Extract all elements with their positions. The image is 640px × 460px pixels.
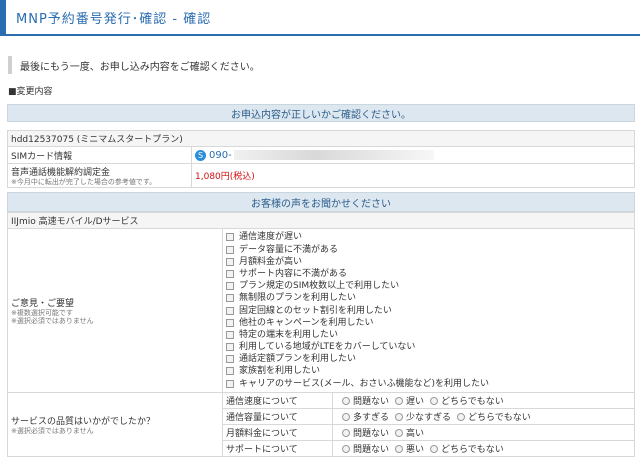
quality-item: サポートについて xyxy=(222,440,333,457)
feedback-options-cell: 通信速度が遅い データ容量に不満がある 月額料金が高い サポート内容に不満があるプラン… xyxy=(222,228,635,393)
quality-item: 通信速度について xyxy=(222,392,333,409)
feedback-option[interactable]: 家族割を利用したい xyxy=(226,365,631,377)
radio-label: どちらでもない xyxy=(441,445,504,455)
redacted-number xyxy=(233,150,434,160)
radio-button[interactable] xyxy=(395,412,404,421)
feedback-option[interactable]: 固定回線とのセット割引を利用したい xyxy=(226,304,631,316)
contract-table: hdd12537075 (ミニマムスタートプラン) SIMカード情報 S 090-… xyxy=(7,130,635,188)
page-title-bar: MNP予約番号発行･確認 - 確認 xyxy=(0,0,640,36)
feedback-option[interactable]: 特定の端末を利用したい xyxy=(226,329,631,341)
sim-info: S 090- xyxy=(191,146,635,164)
feedback-option[interactable]: 他社のキャンペーンを利用したい xyxy=(226,317,631,329)
feedback-label: ご意見・ご要望 xyxy=(11,299,75,309)
feedback-option-label: 無制限のプランを利用したい xyxy=(239,293,357,304)
radio-label: 少なすぎる xyxy=(406,413,452,423)
feedback-option-label: キャリアのサービス(メール、おさいふ機能など)を利用したい xyxy=(239,378,490,389)
radio-button[interactable] xyxy=(342,428,350,437)
checkbox[interactable] xyxy=(226,282,234,291)
checkbox[interactable] xyxy=(226,257,234,266)
radio-button[interactable] xyxy=(430,444,439,453)
quality-label: サービスの品質はいかがでしたか？ xyxy=(11,417,156,427)
radio-label: 多すぎる xyxy=(353,413,390,423)
checkbox[interactable] xyxy=(226,330,234,339)
radio-button[interactable] xyxy=(457,412,466,421)
checkbox[interactable] xyxy=(226,269,234,278)
phone-number: 090- xyxy=(209,149,232,161)
checkbox[interactable] xyxy=(226,306,234,315)
feedback-option[interactable]: 月額料金が高い xyxy=(226,256,631,268)
radio-label: 問題ない xyxy=(353,397,390,407)
feedback-option-label: 固定回線とのセット割引を利用したい xyxy=(239,305,392,316)
radio-button[interactable] xyxy=(342,412,350,421)
feedback-option-label: 他社のキャンペーンを利用したい xyxy=(239,317,374,328)
feedback-option-label: 特定の端末を利用したい xyxy=(239,329,339,340)
feedback-label-cell: ご意見・ご要望 ※複数選択可能です ※選択必須ではありません xyxy=(7,228,223,393)
radio-button[interactable] xyxy=(395,396,404,405)
feedback-option-label: 家族割を利用したい xyxy=(239,366,321,377)
quality-choices: 問題ない 遅い どちらでもない xyxy=(332,392,635,409)
feedback-option-label: 利用している地域がLTEをカバーしていない xyxy=(239,342,416,353)
service-name: IIJmio 高速モバイル/Dサービス xyxy=(7,212,635,229)
radio-label: 悪い xyxy=(406,445,425,455)
feedback-note1: ※複数選択可能です xyxy=(11,309,73,317)
checkbox[interactable] xyxy=(226,367,234,376)
confirm-band: お申込内容が正しいかご確認ください。 xyxy=(7,104,635,122)
feedback-option-label: プラン規定のSIM枚数以上で利用したい xyxy=(239,281,400,292)
feedback-option[interactable]: 利用している地域がLTEをカバーしていない xyxy=(226,341,631,353)
plan-id: hdd12537075 (ミニマムスタートプラン) xyxy=(7,130,635,147)
quality-note: ※選択必須ではありません xyxy=(11,427,94,435)
feedback-table: IIJmio 高速モバイル/Dサービス ご意見・ご要望 ※複数選択可能です ※選… xyxy=(7,212,635,457)
checkbox[interactable] xyxy=(226,318,234,327)
checkbox[interactable] xyxy=(226,379,234,388)
notice-text: 最後にもう一度、お申し込み内容をご確認ください。 xyxy=(20,61,260,73)
page-title: MNP予約番号発行･確認 - 確認 xyxy=(16,11,212,27)
checkbox[interactable] xyxy=(226,355,234,364)
radio-button[interactable] xyxy=(395,444,404,453)
quality-choices: 多すぎる 少なすぎる どちらでもない xyxy=(332,408,635,425)
section-label: ■変更内容 xyxy=(8,87,53,97)
feedback-option-label: データ容量に不満がある xyxy=(239,244,339,255)
quality-item: 月額料金について xyxy=(222,424,333,441)
radio-label: どちらでもない xyxy=(468,413,531,423)
quality-choices: 問題ない 高い xyxy=(332,424,635,441)
fee-value: 1,080円(税込) xyxy=(195,172,255,182)
feedback-option[interactable]: サポート内容に不満がある xyxy=(226,268,631,280)
radio-label: どちらでもない xyxy=(441,397,504,407)
quality-choices: 問題ない 悪い どちらでもない xyxy=(332,440,635,457)
feedback-options: 通信速度が遅い データ容量に不満がある 月額料金が高い サポート内容に不満があるプラン… xyxy=(226,231,631,389)
checkbox[interactable] xyxy=(226,294,234,303)
feedback-option[interactable]: データ容量に不満がある xyxy=(226,243,631,255)
checkbox[interactable] xyxy=(226,343,234,352)
feedback-option[interactable]: 通話定額プランを利用したい xyxy=(226,353,631,365)
sim-label: SIMカード情報 xyxy=(7,146,192,164)
feedback-note2: ※選択必須ではありません xyxy=(11,317,94,325)
radio-label: 遅い xyxy=(406,397,425,407)
quality-item: 通信容量について xyxy=(222,408,333,425)
radio-button[interactable] xyxy=(430,396,439,405)
radio-label: 問題ない xyxy=(353,429,390,439)
radio-button[interactable] xyxy=(395,428,404,437)
quality-label-cell: サービスの品質はいかがでしたか？ ※選択必須ではありません xyxy=(7,392,223,457)
radio-label: 問題ない xyxy=(353,445,390,455)
checkbox[interactable] xyxy=(226,233,234,242)
fee-value-cell: 1,080円(税込) xyxy=(191,163,635,188)
radio-label: 高い xyxy=(406,429,425,439)
feedback-option[interactable]: キャリアのサービス(メール、おさいふ機能など)を利用したい xyxy=(226,378,631,390)
checkbox[interactable] xyxy=(226,245,234,254)
feedback-option-label: サポート内容に不満がある xyxy=(239,268,348,279)
feedback-option[interactable]: 通信速度が遅い xyxy=(226,231,631,243)
feedback-option-label: 通信速度が遅い xyxy=(239,232,303,243)
feedback-option-label: 月額料金が高い xyxy=(239,256,303,267)
feedback-option-label: 通話定額プランを利用したい xyxy=(239,354,357,365)
fee-label: 音声通話機能解約調定金 xyxy=(11,168,111,178)
feedback-option[interactable]: プラン規定のSIM枚数以上で利用したい xyxy=(226,280,631,292)
feedback-option[interactable]: 無制限のプランを利用したい xyxy=(226,292,631,304)
radio-button[interactable] xyxy=(342,396,350,405)
voice-band: お客様の声をお聞かせください xyxy=(7,192,635,212)
confirm-notice: 最後にもう一度、お申し込み内容をご確認ください。 xyxy=(8,56,308,74)
fee-label-cell: 音声通話機能解約調定金 ※今月中に転出が完了した場合の参考値です。 xyxy=(7,163,192,188)
radio-button[interactable] xyxy=(342,444,350,453)
phone-icon: S xyxy=(195,149,206,161)
fee-note: ※今月中に転出が完了した場合の参考値です。 xyxy=(11,178,157,186)
